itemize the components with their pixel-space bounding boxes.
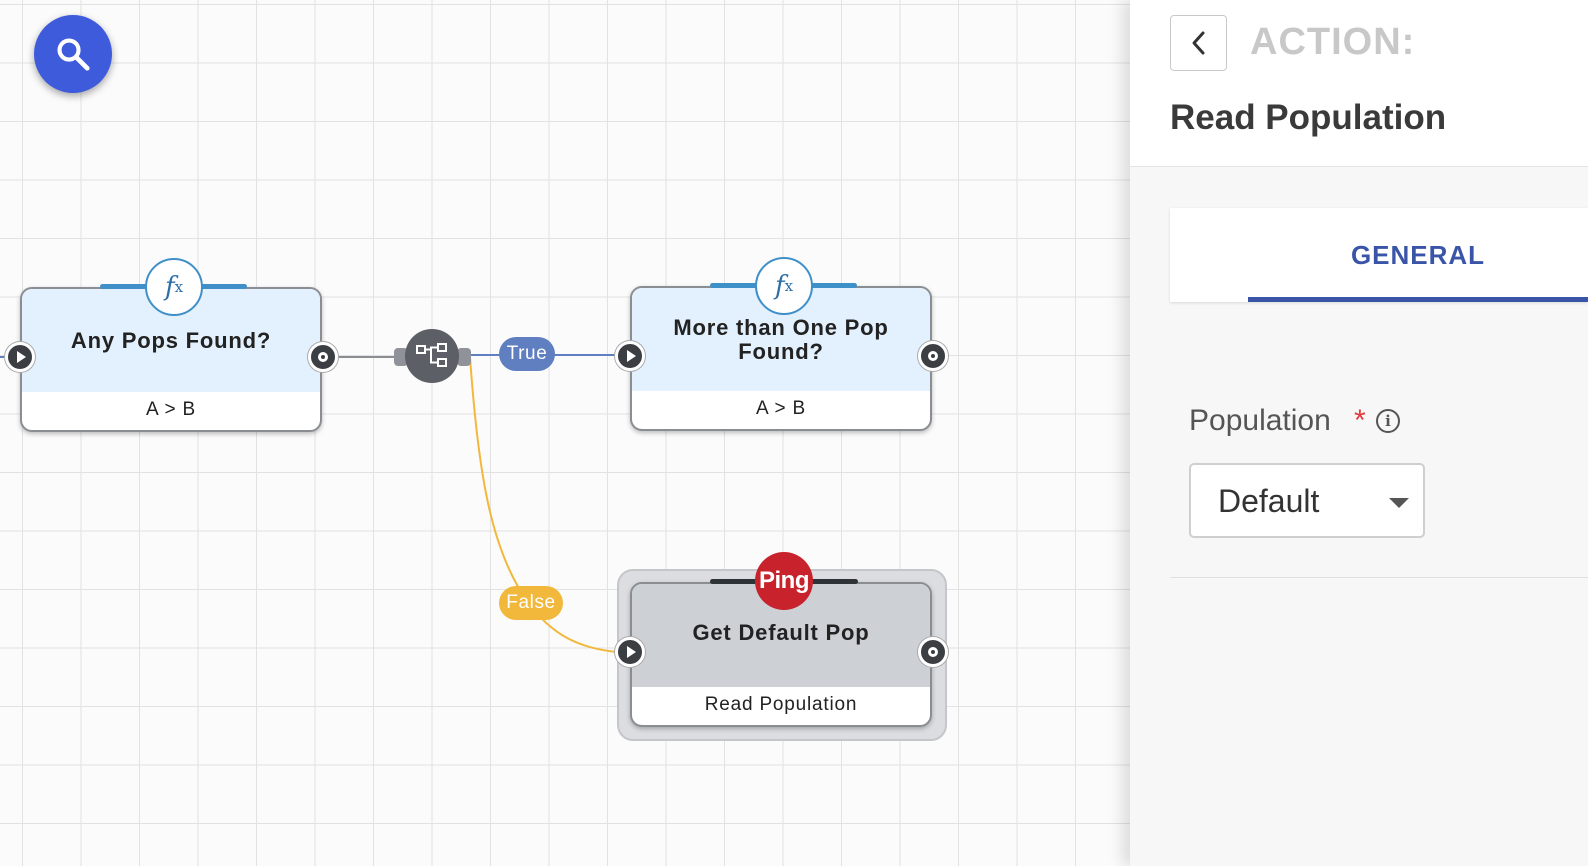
input-port[interactable]: [5, 342, 35, 372]
divider: [1170, 577, 1588, 578]
node-title: More than One Pop Found?: [673, 314, 889, 364]
ping-logo-icon: Ping: [755, 552, 813, 610]
node-title: Any Pops Found?: [70, 327, 272, 353]
branch-connector-right: [457, 348, 471, 366]
node-title: Get Default Pop: [692, 619, 870, 645]
function-icon: fx: [145, 258, 203, 316]
population-label: Population: [1189, 404, 1331, 437]
node-subtitle: A > B: [146, 399, 196, 420]
active-tab-indicator: [1248, 297, 1588, 302]
node-subtitle: A > B: [756, 398, 806, 419]
true-branch-label[interactable]: True: [499, 337, 555, 371]
workflow-canvas[interactable]: Any Pops Found? A > B fx True False More…: [0, 0, 1130, 866]
output-port[interactable]: [308, 342, 338, 372]
required-marker: *: [1354, 404, 1366, 437]
tab-bar: GENERAL: [1170, 208, 1588, 302]
search-icon: [57, 38, 90, 71]
tab-general[interactable]: GENERAL: [1248, 208, 1588, 302]
action-label: ACTION:: [1250, 21, 1416, 63]
chevron-left-icon: [1192, 31, 1204, 55]
back-button[interactable]: [1170, 15, 1227, 71]
panel-title: Read Population: [1170, 98, 1447, 137]
search-button[interactable]: [34, 15, 112, 93]
branch-icon: [416, 343, 447, 367]
panel-header: ACTION: Read Population: [1130, 0, 1588, 167]
properties-panel: ACTION: Read Population GENERAL Populati…: [1130, 0, 1588, 866]
branch-node[interactable]: [405, 329, 459, 383]
input-port[interactable]: [615, 341, 645, 371]
function-icon: fx: [755, 257, 813, 315]
caret-down-icon: [1389, 498, 1409, 508]
false-branch-label[interactable]: False: [499, 586, 563, 620]
info-icon[interactable]: i: [1376, 409, 1400, 433]
input-port[interactable]: [615, 637, 645, 667]
node-subtitle: Read Population: [704, 694, 858, 715]
output-port[interactable]: [918, 341, 948, 371]
population-select[interactable]: Default: [1189, 463, 1425, 538]
connections-layer: [0, 354, 617, 653]
output-port[interactable]: [918, 637, 948, 667]
population-select-value: Default: [1218, 483, 1320, 519]
